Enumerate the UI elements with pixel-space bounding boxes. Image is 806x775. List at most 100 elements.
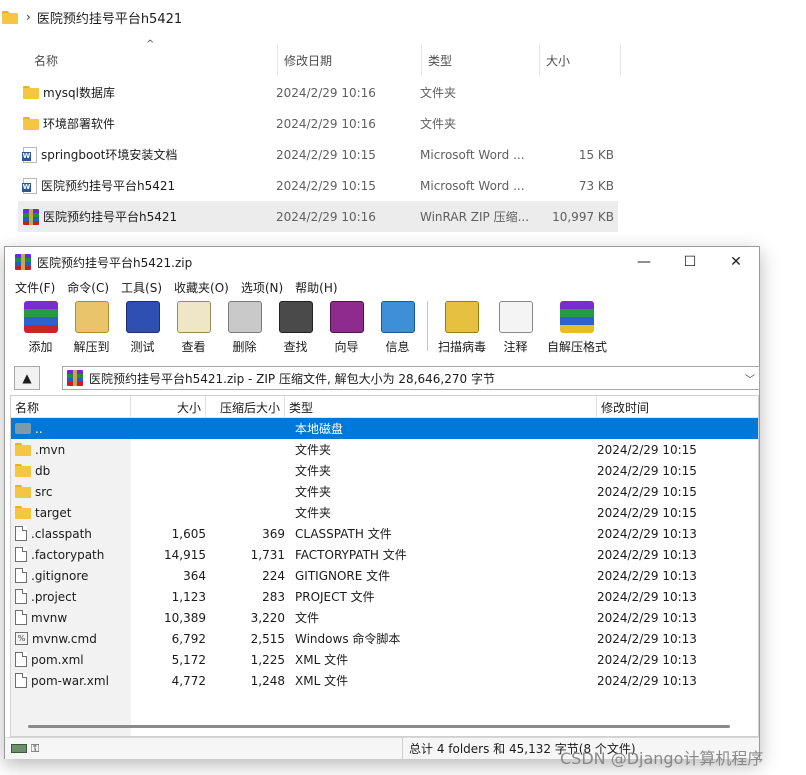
info-icon bbox=[380, 301, 415, 333]
column-date[interactable]: 修改日期 bbox=[277, 45, 421, 75]
table-row-selected[interactable]: .. 本地磁盘 bbox=[11, 418, 758, 439]
table-row[interactable]: .gitignore 364 224 GITIGNORE 文件 2024/2/2… bbox=[11, 565, 758, 586]
view-glasses-icon bbox=[176, 301, 211, 333]
virus-scan-icon bbox=[445, 301, 479, 333]
winrar-window: 医院预约挂号平台h5421.zip — ☐ ✕ 文件(F) 命令(C) 工具(S… bbox=[4, 246, 760, 760]
folder-icon bbox=[23, 86, 39, 99]
table-row[interactable]: % mvnw.cmd 6,792 2,515 Windows 命令脚本 2024/… bbox=[11, 628, 758, 649]
chevron-right-icon[interactable]: › bbox=[26, 10, 31, 24]
archive-rows: .. 本地磁盘 .mvn 文件夹 2024/2/29 10:15 db 文件夹 … bbox=[11, 418, 758, 691]
file-icon bbox=[15, 568, 27, 583]
list-item[interactable]: springboot环境安装文档 2024/2/29 10:15 Microso… bbox=[18, 139, 618, 170]
column-size[interactable]: 大小 bbox=[131, 396, 206, 418]
comment-button[interactable]: 注释 bbox=[490, 297, 541, 355]
list-item-selected[interactable]: 医院预约挂号平台h5421 2024/2/29 10:16 WinRAR ZIP… bbox=[18, 201, 618, 232]
column-name[interactable]: 名称 ^ bbox=[11, 396, 131, 418]
menu-options[interactable]: 选项(N) bbox=[235, 279, 289, 296]
folder-icon bbox=[15, 464, 31, 477]
column-packed[interactable]: 压缩后大小 bbox=[206, 396, 285, 418]
file-icon bbox=[15, 526, 27, 541]
file-icon bbox=[15, 589, 27, 604]
menu-file[interactable]: 文件(F) bbox=[9, 279, 61, 296]
explorer-file-list: mysql数据库 2024/2/29 10:16 文件夹 环境部署软件 2024… bbox=[18, 77, 618, 232]
winrar-app-icon bbox=[15, 254, 31, 270]
view-button[interactable]: 查看 bbox=[168, 297, 219, 355]
word-doc-icon bbox=[22, 146, 37, 163]
table-row[interactable]: .factorypath 14,915 1,731 FACTORYPATH 文件… bbox=[11, 544, 758, 565]
menu-commands[interactable]: 命令(C) bbox=[61, 279, 115, 296]
minimize-button[interactable]: — bbox=[621, 247, 667, 277]
sort-ascending-icon: ^ bbox=[67, 395, 76, 403]
explorer-column-header: 名称 ^ 修改日期 类型 大小 bbox=[26, 39, 622, 75]
close-button[interactable]: ✕ bbox=[713, 247, 759, 277]
folder-icon bbox=[2, 10, 18, 24]
toolbar-separator bbox=[427, 301, 428, 351]
rar-archive-icon bbox=[67, 370, 83, 386]
table-row[interactable]: pom-war.xml 4,772 1,248 XML 文件 2024/2/29… bbox=[11, 670, 758, 691]
drive-status-icon[interactable] bbox=[11, 744, 27, 753]
delete-button[interactable]: 删除 bbox=[219, 297, 270, 355]
list-item[interactable]: 环境部署软件 2024/2/29 10:16 文件夹 bbox=[18, 108, 618, 139]
up-arrow-icon: ▲ bbox=[22, 371, 32, 385]
file-icon bbox=[15, 610, 27, 625]
folder-icon bbox=[15, 506, 31, 519]
archive-file-list: 名称 ^ 大小 压缩后大小 类型 修改时间 .. 本地磁盘 .mvn 文件夹 2… bbox=[10, 395, 759, 737]
scrollbar-thumb[interactable] bbox=[28, 725, 730, 728]
wizard-icon bbox=[329, 301, 364, 333]
list-item[interactable]: mysql数据库 2024/2/29 10:16 文件夹 bbox=[18, 77, 618, 108]
comment-pen-icon bbox=[498, 301, 533, 333]
extract-to-button[interactable]: 解压到 bbox=[66, 297, 117, 355]
sfx-button[interactable]: 自解压格式 bbox=[541, 297, 613, 355]
delete-recycle-icon bbox=[227, 301, 262, 333]
wizard-button[interactable]: 向导 bbox=[321, 297, 372, 355]
breadcrumb[interactable]: 医院预约挂号平台h5421 bbox=[37, 8, 182, 27]
column-name[interactable]: 名称 ^ bbox=[26, 39, 277, 75]
find-button[interactable]: 查找 bbox=[270, 297, 321, 355]
table-row[interactable]: .project 1,123 283 PROJECT 文件 2024/2/29 … bbox=[11, 586, 758, 607]
extract-folder-icon bbox=[74, 301, 109, 333]
horizontal-scrollbar[interactable] bbox=[10, 721, 742, 733]
chevron-down-icon[interactable]: ﹀ bbox=[745, 371, 755, 386]
add-button[interactable]: 添加 bbox=[15, 297, 66, 355]
table-row[interactable]: .classpath 1,605 369 CLASSPATH 文件 2024/2… bbox=[11, 523, 758, 544]
info-button[interactable]: 信息 bbox=[372, 297, 423, 355]
add-archive-icon bbox=[23, 301, 58, 333]
table-row[interactable]: pom.xml 5,172 1,225 XML 文件 2024/2/29 10:… bbox=[11, 649, 758, 670]
table-row[interactable]: target 文件夹 2024/2/29 10:15 bbox=[11, 502, 758, 523]
file-icon bbox=[15, 652, 27, 667]
table-row[interactable]: src 文件夹 2024/2/29 10:15 bbox=[11, 481, 758, 502]
up-folder-button[interactable]: ▲ bbox=[14, 366, 40, 390]
column-size[interactable]: 大小 bbox=[539, 45, 621, 75]
window-title: 医院预约挂号平台h5421.zip bbox=[37, 255, 193, 270]
table-row[interactable]: .mvn 文件夹 2024/2/29 10:15 bbox=[11, 439, 758, 460]
rar-archive-icon bbox=[23, 208, 39, 225]
menu-favorites[interactable]: 收藏夹(O) bbox=[168, 279, 235, 296]
column-modified[interactable]: 修改时间 bbox=[597, 396, 753, 418]
word-doc-icon bbox=[22, 177, 37, 194]
cmd-script-icon: % bbox=[15, 632, 28, 645]
folder-icon bbox=[23, 117, 39, 130]
table-row[interactable]: mvnw 10,389 3,220 文件 2024/2/29 10:13 bbox=[11, 607, 758, 628]
menu-bar: 文件(F) 命令(C) 工具(S) 收藏夹(O) 选项(N) 帮助(H) bbox=[5, 277, 759, 297]
file-icon bbox=[15, 673, 27, 688]
key-icon[interactable]: ⚿ bbox=[31, 742, 39, 756]
sfx-archive-icon bbox=[560, 301, 594, 333]
table-row[interactable]: db 文件夹 2024/2/29 10:15 bbox=[11, 460, 758, 481]
list-item[interactable]: 医院预约挂号平台h5421 2024/2/29 10:15 Microsoft … bbox=[18, 170, 618, 201]
winrar-titlebar[interactable]: 医院预约挂号平台h5421.zip — ☐ ✕ bbox=[5, 247, 759, 277]
column-type[interactable]: 类型 bbox=[285, 396, 597, 418]
test-check-icon bbox=[125, 301, 160, 333]
column-type[interactable]: 类型 bbox=[421, 45, 539, 75]
test-button[interactable]: 测试 bbox=[117, 297, 168, 355]
path-bar: ▲ 医院预约挂号平台h5421.zip - ZIP 压缩文件, 解包大小为 28… bbox=[14, 366, 760, 390]
explorer-address-bar[interactable]: › 医院预约挂号平台h5421 bbox=[0, 0, 806, 34]
maximize-button[interactable]: ☐ bbox=[667, 247, 713, 277]
toolbar: 添加 解压到 测试 查看 删除 查找 向导 信息 扫描病毒 注释 自解压格式 bbox=[5, 297, 759, 357]
watermark: CSDN @Django计算机程序 bbox=[560, 749, 764, 768]
path-combobox[interactable]: 医院预约挂号平台h5421.zip - ZIP 压缩文件, 解包大小为 28,6… bbox=[62, 366, 760, 390]
menu-tools[interactable]: 工具(S) bbox=[115, 279, 168, 296]
menu-help[interactable]: 帮助(H) bbox=[289, 279, 343, 296]
scan-virus-button[interactable]: 扫描病毒 bbox=[434, 297, 490, 355]
sort-ascending-icon: ^ bbox=[146, 39, 155, 50]
folder-icon bbox=[15, 443, 31, 456]
